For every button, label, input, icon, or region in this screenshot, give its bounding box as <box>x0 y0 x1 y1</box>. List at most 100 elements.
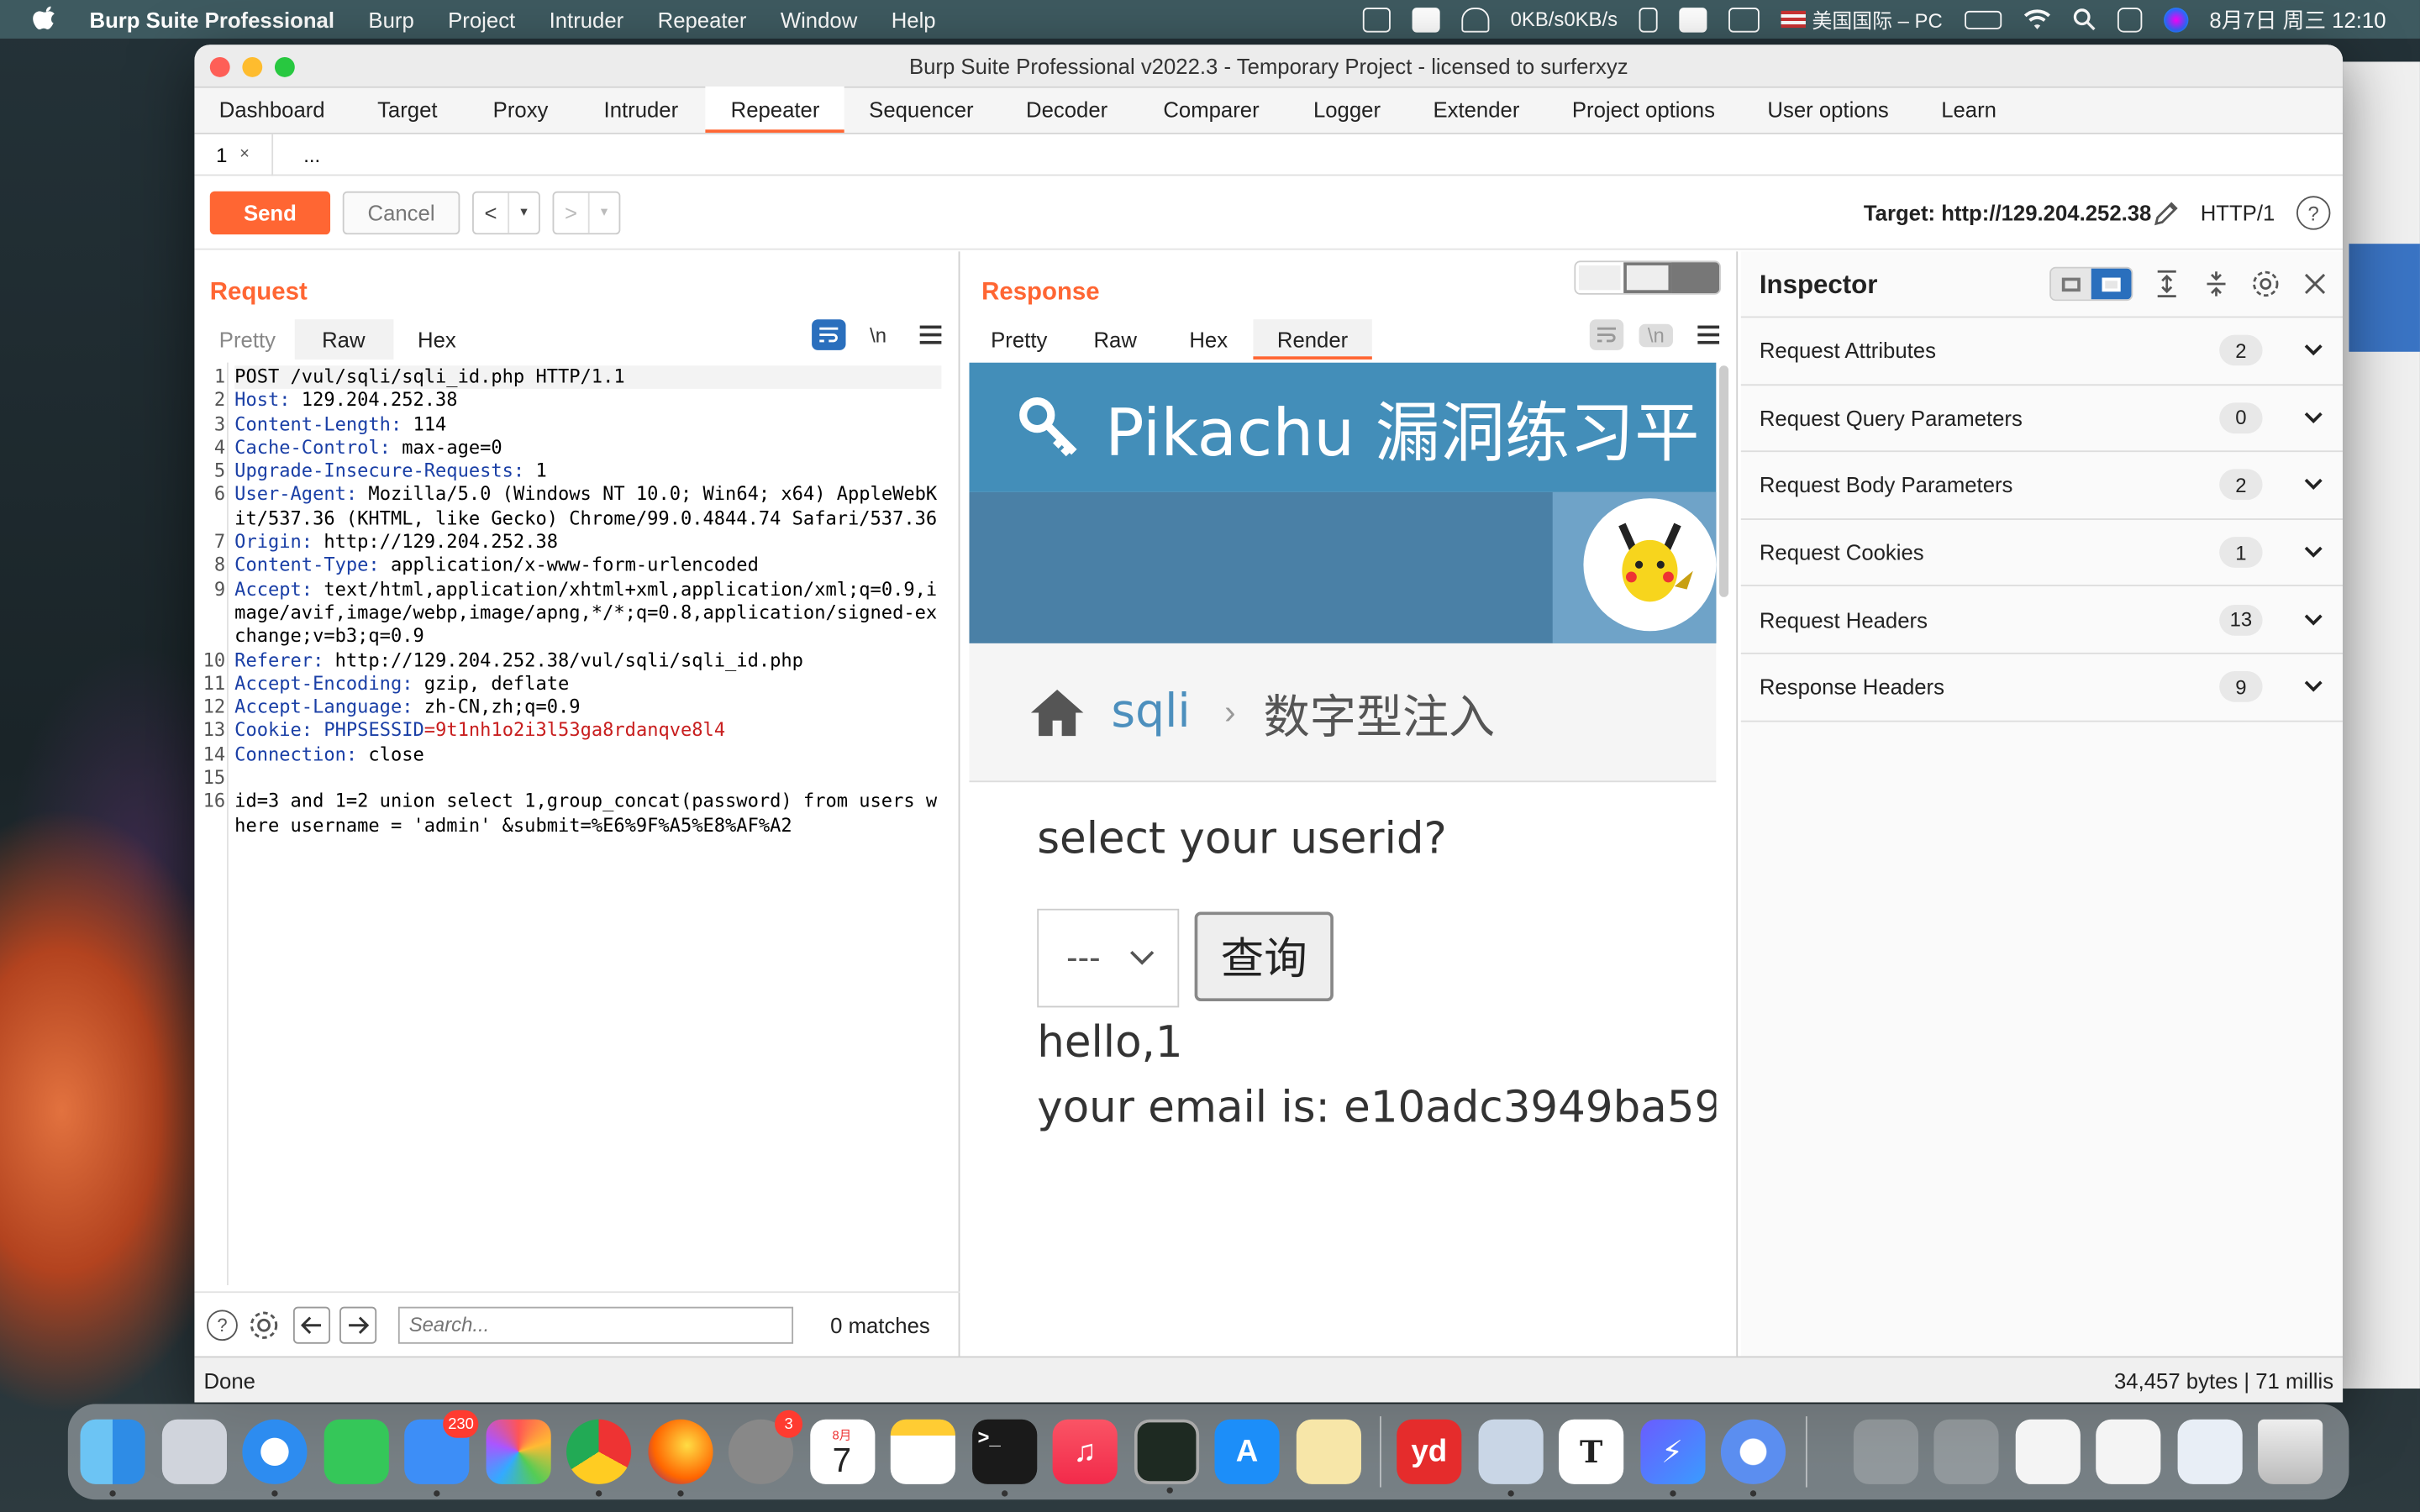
edit-target-icon[interactable] <box>2151 197 2182 228</box>
new-tab-button[interactable]: ... <box>272 134 350 176</box>
remote-desktop-icon[interactable] <box>1477 1419 1543 1497</box>
history-forward-button[interactable]: > <box>554 192 587 233</box>
finder-window-thumbnail[interactable] <box>1933 1419 1999 1484</box>
search-previous-arrow-icon[interactable] <box>292 1305 331 1343</box>
zoom-window-button[interactable] <box>274 56 295 77</box>
messages-icon[interactable] <box>323 1419 388 1484</box>
request-tab-raw[interactable]: Raw <box>294 319 393 360</box>
tab-learn[interactable]: Learn <box>1915 87 2023 133</box>
r-app-icon[interactable] <box>1412 7 1440 32</box>
inspector-section[interactable]: Request Cookies 1 <box>1740 520 2344 587</box>
request-tab-pretty[interactable]: Pretty <box>201 319 294 360</box>
window-thumbnail-2[interactable] <box>2176 1419 2242 1484</box>
menu-window[interactable]: Window <box>781 7 857 31</box>
history-forward-dropdown[interactable]: ▾ <box>587 192 619 233</box>
siri-icon[interactable] <box>2163 7 2188 32</box>
chrome-icon[interactable] <box>566 1419 632 1497</box>
tab-sequencer[interactable]: Sequencer <box>844 87 998 133</box>
tab-extender[interactable]: Extender <box>1407 87 1545 133</box>
response-tab-pretty[interactable]: Pretty <box>972 319 1065 360</box>
inspector-section[interactable]: Request Body Parameters 2 <box>1740 452 2344 520</box>
response-show-newlines-button[interactable]: \n <box>1639 323 1673 347</box>
response-tab-raw[interactable]: Raw <box>1065 319 1165 360</box>
request-menu-icon[interactable] <box>919 325 942 344</box>
inspector-section[interactable]: Request Query Parameters 0 <box>1740 385 2344 453</box>
close-window-button[interactable] <box>209 56 230 77</box>
history-back-dropdown[interactable]: ▾ <box>508 192 539 233</box>
layout-tabs-icon[interactable] <box>1671 262 1720 293</box>
search-next-arrow-icon[interactable] <box>339 1305 377 1343</box>
tab-comparer[interactable]: Comparer <box>1135 87 1286 133</box>
repeater-tab-1[interactable]: 1 × <box>194 133 273 176</box>
menu-help[interactable]: Help <box>892 7 936 31</box>
chevron-down-icon[interactable] <box>2302 544 2324 559</box>
chevron-down-icon[interactable] <box>2302 477 2324 492</box>
display-icon[interactable] <box>1728 7 1760 32</box>
nutstore-icon[interactable] <box>1295 1419 1361 1484</box>
wrap-lines-icon[interactable] <box>812 319 846 350</box>
search-input[interactable] <box>397 1305 794 1343</box>
tab-user-options[interactable]: User options <box>1741 87 1915 133</box>
system-settings-icon[interactable]: 3 <box>728 1410 803 1484</box>
clock[interactable]: 8月7日 周三 12:10 <box>2209 4 2386 35</box>
apple-icon[interactable] <box>31 5 59 33</box>
home-icon[interactable] <box>1028 685 1086 738</box>
expand-all-icon[interactable] <box>2151 269 2182 300</box>
tab-intruder[interactable]: Intruder <box>576 87 706 133</box>
close-tab-icon[interactable]: × <box>239 145 250 164</box>
ghost-icon[interactable] <box>1460 7 1489 32</box>
safari-icon[interactable] <box>242 1419 308 1497</box>
tab-dashboard[interactable]: Dashboard <box>194 87 350 133</box>
tab-decoder[interactable]: Decoder <box>998 87 1135 133</box>
response-tab-render[interactable]: Render <box>1252 319 1373 360</box>
userid-select[interactable]: --- <box>1037 908 1180 1008</box>
activity-monitor-icon[interactable] <box>1134 1419 1199 1494</box>
youdao-icon[interactable]: yd <box>1397 1419 1462 1484</box>
minimize-window-button[interactable] <box>242 56 263 77</box>
tab-project-options[interactable]: Project options <box>1546 87 1742 133</box>
render-scrollbar[interactable] <box>1719 365 1729 597</box>
menu-burp[interactable]: Burp <box>368 7 413 31</box>
youdao-menubar-icon[interactable] <box>1679 7 1707 32</box>
chromium-icon[interactable] <box>1720 1419 1786 1497</box>
inspector-layout-right-icon[interactable] <box>2091 268 2132 300</box>
tab-target[interactable]: Target <box>350 87 466 133</box>
control-center-icon[interactable] <box>2117 7 2142 32</box>
request-editor[interactable]: 1 POST /vul/sqli/sqli_id.php HTTP/1.1 2 Hos… <box>194 362 960 1285</box>
battery-icon[interactable] <box>1964 9 2002 29</box>
help-icon[interactable]: ? <box>2296 196 2331 230</box>
wifi-icon[interactable] <box>2023 8 2050 30</box>
mail-icon[interactable]: 230 <box>404 1410 479 1497</box>
search-settings-gear-icon[interactable] <box>247 1308 281 1341</box>
photos-icon[interactable] <box>485 1419 550 1484</box>
menu-intruder[interactable]: Intruder <box>550 7 624 31</box>
layout-vertical-icon[interactable] <box>1623 262 1672 293</box>
spotlight-icon[interactable] <box>2072 8 2096 31</box>
response-menu-icon[interactable] <box>1697 325 1720 344</box>
chevron-down-icon[interactable] <box>2302 343 2324 358</box>
collapse-all-icon[interactable] <box>2201 269 2232 300</box>
menu-repeater[interactable]: Repeater <box>658 7 747 31</box>
search-help-icon[interactable]: ? <box>207 1309 238 1341</box>
history-back-button[interactable]: < <box>474 192 508 233</box>
input-method[interactable]: 美国国际 – PC <box>1781 5 1943 34</box>
terminal-icon[interactable]: >_ <box>971 1419 1037 1497</box>
inspector-section[interactable]: Response Headers 9 <box>1740 654 2344 722</box>
cancel-button[interactable]: Cancel <box>342 190 460 234</box>
document-thumbnail[interactable] <box>2014 1419 2080 1484</box>
shortcuts-icon[interactable]: ⚡ <box>1639 1419 1705 1497</box>
query-button[interactable]: 查询 <box>1194 911 1334 1002</box>
http-version-selector[interactable]: HTTP/1 <box>2201 176 2275 249</box>
notes-icon[interactable] <box>890 1419 955 1484</box>
typora-icon[interactable]: T <box>1559 1419 1624 1484</box>
monitor-icon[interactable] <box>1362 7 1391 32</box>
send-button[interactable]: Send <box>209 190 331 234</box>
request-tab-hex[interactable]: Hex <box>393 319 481 360</box>
response-tab-hex[interactable]: Hex <box>1165 319 1253 360</box>
tools-icon[interactable] <box>1639 7 1658 32</box>
window-thumbnail[interactable] <box>2096 1419 2161 1484</box>
inspector-layout-left-icon[interactable] <box>2050 268 2091 300</box>
close-inspector-icon[interactable] <box>2300 269 2331 300</box>
calendar-icon[interactable]: 8月 7 <box>809 1419 875 1484</box>
breadcrumb-sqli-link[interactable]: sqli <box>1111 685 1190 738</box>
